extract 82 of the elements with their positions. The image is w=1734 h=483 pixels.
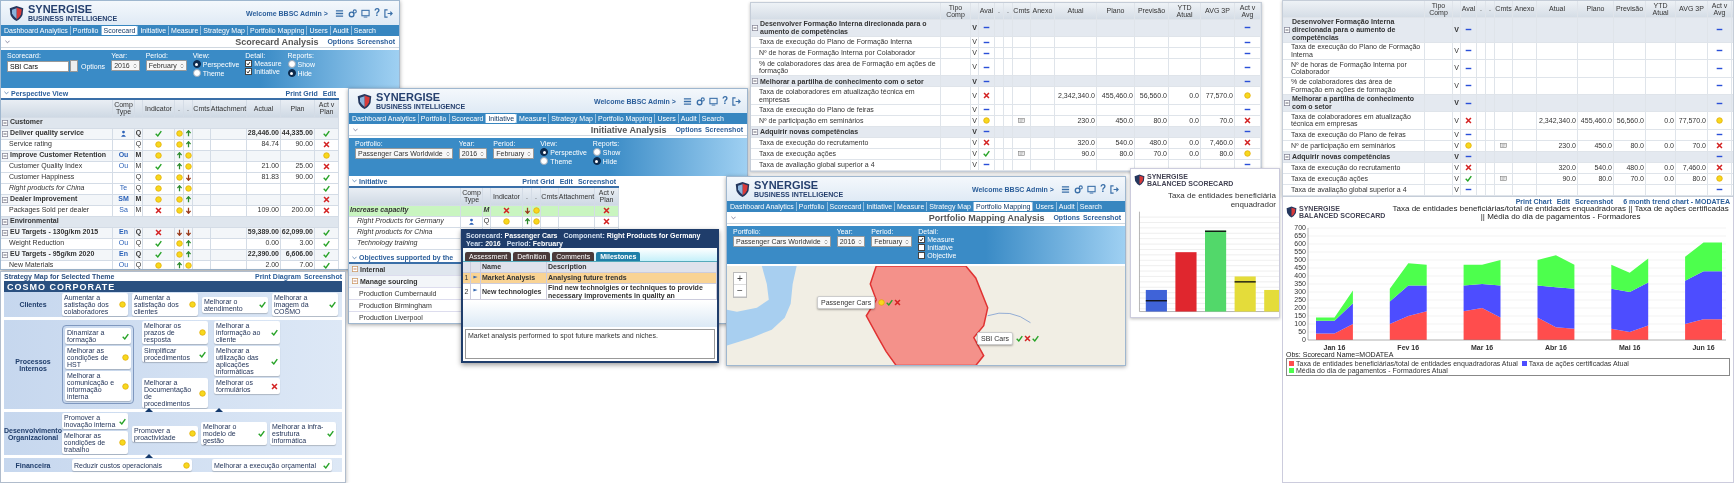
help-icon[interactable]: ? [373, 8, 380, 18]
chevron-icon[interactable] [731, 215, 736, 220]
caret-icon [132, 62, 137, 69]
collapse-icon[interactable] [752, 128, 758, 135]
menu-icon[interactable] [682, 96, 692, 106]
logo-text: SYNERGISE [754, 180, 820, 191]
caret-icon [858, 238, 863, 245]
collapse-icon[interactable] [352, 278, 358, 285]
browse-button[interactable] [70, 60, 78, 72]
collapse-icon[interactable] [2, 196, 8, 203]
radio-button[interactable] [287, 60, 296, 68]
caret-icon [905, 238, 910, 245]
logout-icon[interactable] [1110, 184, 1119, 194]
chevron-icon[interactable] [352, 179, 357, 183]
bar [1145, 290, 1168, 312]
note-icon[interactable] [1018, 117, 1025, 125]
caret-icon [823, 238, 828, 245]
radio-button[interactable] [287, 69, 296, 77]
checkbox[interactable] [918, 236, 926, 243]
collapse-icon[interactable] [2, 130, 8, 137]
chevron-icon[interactable] [5, 39, 10, 44]
menu-icon[interactable] [1060, 184, 1070, 194]
caret-icon [179, 62, 184, 69]
shield-logo-icon [357, 92, 372, 110]
checkbox[interactable] [918, 252, 926, 259]
chart-title: enquadrador [1230, 199, 1276, 210]
caret-icon [480, 150, 485, 157]
checkbox[interactable] [245, 68, 253, 75]
radio-button[interactable] [192, 60, 201, 68]
collapse-icon[interactable] [752, 24, 758, 31]
radio-button[interactable] [592, 148, 601, 156]
gears-icon[interactable] [347, 8, 357, 18]
collapse-icon[interactable] [2, 218, 8, 225]
bar [1264, 290, 1279, 312]
radio-button[interactable] [540, 148, 549, 156]
collapse-icon[interactable] [352, 266, 358, 273]
logo-text: SYNERGISE [376, 92, 442, 103]
bar [1175, 252, 1197, 312]
collapse-icon[interactable] [1284, 153, 1290, 160]
logo-text: SYNERGISE [28, 4, 94, 15]
shield-logo-icon [1286, 205, 1297, 218]
note-icon[interactable] [1500, 142, 1507, 150]
collapse-icon[interactable] [2, 251, 8, 258]
logout-icon[interactable] [384, 8, 393, 18]
note-icon[interactable] [1500, 175, 1507, 183]
collapse-icon[interactable] [2, 229, 8, 236]
shield-logo-icon [1134, 174, 1145, 187]
chevron-icon[interactable] [352, 255, 357, 260]
collapse-icon[interactable] [752, 78, 758, 85]
help-icon[interactable]: ? [1099, 184, 1106, 194]
chevron-icon[interactable] [353, 127, 358, 132]
radio-button[interactable] [192, 69, 201, 77]
monitor-icon[interactable] [1086, 184, 1096, 194]
logout-icon[interactable] [732, 96, 741, 106]
checkbox[interactable] [918, 244, 926, 251]
monitor-icon[interactable] [360, 8, 370, 18]
radio-button[interactable] [540, 157, 549, 165]
bar [1234, 276, 1257, 312]
collapse-icon[interactable] [2, 119, 8, 126]
collapse-icon[interactable] [1284, 100, 1290, 107]
collapse-icon[interactable] [1284, 26, 1290, 33]
note-icon[interactable] [1018, 150, 1025, 158]
map-title: COSMO CORPORATE [4, 281, 342, 292]
radio-button[interactable] [592, 157, 601, 165]
page-title: Initiative Analysis [590, 124, 667, 135]
shield-logo-icon [9, 4, 24, 22]
shield-logo-icon [735, 180, 750, 198]
caret-icon [527, 150, 532, 157]
chevron-icon[interactable] [4, 91, 9, 95]
chart-title: Taxa de entidades beneficiárias/total de entidades enquadradoras || Taxa de ações certificadas || Média do dia de pagamentos - Formadores [1391, 204, 1730, 223]
monitor-icon[interactable] [708, 96, 718, 106]
collapse-icon[interactable] [2, 152, 8, 159]
menu-icon[interactable] [334, 8, 344, 18]
help-icon[interactable]: ? [721, 96, 728, 106]
chart-title: Taxa de entidades beneficiária [1167, 190, 1276, 200]
page-title: Scorecard Analysis [235, 36, 319, 47]
gears-icon[interactable] [1073, 184, 1083, 194]
zoom-button[interactable]: + [734, 273, 746, 285]
page-title: Portfolio Mapping Analysis [928, 212, 1045, 223]
caret-icon [445, 150, 450, 157]
checkbox[interactable] [245, 60, 253, 67]
gears-icon[interactable] [695, 96, 705, 106]
